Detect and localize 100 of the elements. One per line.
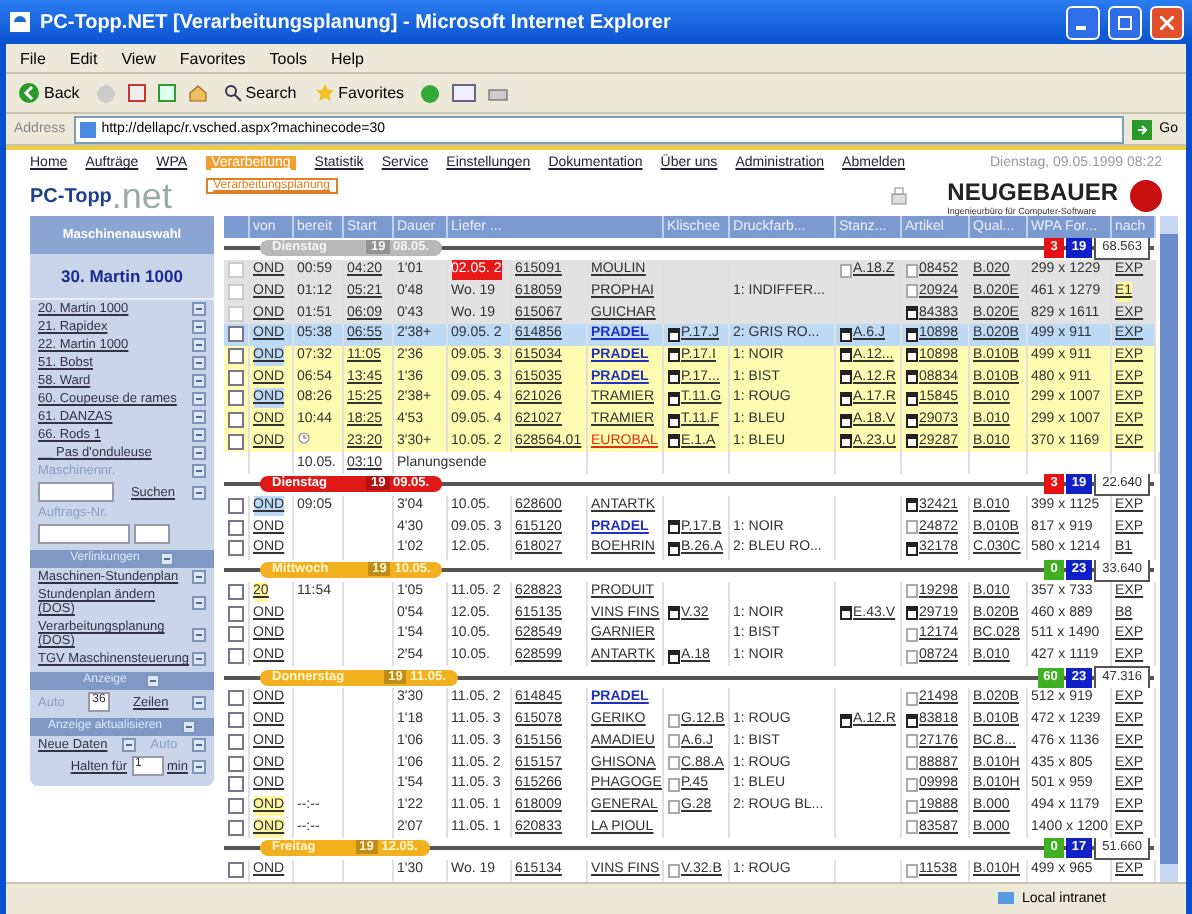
- home-icon[interactable]: [187, 84, 208, 102]
- menu-item[interactable]: Tools: [267, 49, 309, 67]
- go-icon[interactable]: [1131, 119, 1152, 139]
- printer-icon[interactable]: [889, 186, 908, 206]
- menu-item[interactable]: File: [18, 49, 48, 67]
- company-name: NEUGEBAUER: [947, 177, 1118, 205]
- document-icon[interactable]: [667, 370, 680, 385]
- toggle-icon[interactable]: [122, 738, 136, 752]
- document-icon[interactable]: [667, 541, 680, 556]
- document-icon[interactable]: [839, 434, 852, 449]
- toggle-icon[interactable]: [192, 356, 206, 370]
- refresh-icon[interactable]: [157, 84, 176, 102]
- document-icon[interactable]: [905, 498, 918, 513]
- machine-number-field[interactable]: [38, 482, 114, 502]
- order-suffix-field[interactable]: [134, 524, 170, 544]
- toggle-icon[interactable]: [192, 570, 206, 584]
- toggle-icon[interactable]: [192, 410, 206, 424]
- document-icon[interactable]: [667, 606, 680, 621]
- toggle-icon[interactable]: [191, 485, 206, 499]
- toggle-icon[interactable]: [192, 392, 206, 406]
- document-icon[interactable]: [905, 348, 918, 363]
- close-button[interactable]: [1150, 5, 1184, 39]
- row-checkbox[interactable]: [228, 497, 244, 514]
- star-icon: [316, 84, 335, 102]
- row-checkbox[interactable]: [228, 755, 244, 772]
- row-checkbox[interactable]: [228, 819, 244, 836]
- row-checkbox[interactable]: [228, 605, 244, 622]
- toggle-icon[interactable]: [192, 464, 206, 478]
- document-icon[interactable]: [839, 713, 852, 728]
- document-icon[interactable]: [667, 391, 680, 406]
- row-checkbox[interactable]: [228, 862, 244, 879]
- document-icon[interactable]: [905, 391, 918, 406]
- row-checkbox[interactable]: [228, 412, 244, 429]
- order-number-field[interactable]: [38, 524, 130, 544]
- search-button[interactable]: Search: [219, 82, 301, 104]
- document-icon[interactable]: [905, 327, 918, 342]
- document-icon[interactable]: [667, 434, 680, 449]
- row-checkbox[interactable]: [228, 347, 244, 364]
- toggle-icon[interactable]: [192, 338, 206, 352]
- logo-text: PC-Topp: [30, 185, 112, 207]
- maximize-icon: [1118, 15, 1132, 29]
- scrollbar[interactable]: [1160, 216, 1178, 882]
- document-icon[interactable]: [905, 713, 918, 728]
- menu-item[interactable]: Help: [328, 49, 366, 67]
- toggle-icon[interactable]: [192, 446, 206, 460]
- menu-item[interactable]: Edit: [67, 49, 100, 67]
- row-checkbox[interactable]: [228, 733, 244, 750]
- document-icon[interactable]: [667, 649, 680, 664]
- document-icon[interactable]: [667, 348, 680, 363]
- document-icon[interactable]: [905, 413, 918, 428]
- toggle-icon[interactable]: [192, 627, 206, 641]
- row-checkbox[interactable]: [228, 390, 244, 407]
- toggle-icon[interactable]: [192, 428, 206, 442]
- menu-item[interactable]: Favorites: [177, 49, 248, 67]
- row-checkbox[interactable]: [228, 326, 244, 343]
- row-checkbox[interactable]: [228, 369, 244, 386]
- row-checkbox[interactable]: [228, 690, 244, 707]
- document-icon[interactable]: [839, 606, 852, 621]
- document-icon[interactable]: [839, 370, 852, 385]
- document-icon[interactable]: [905, 434, 918, 449]
- browser-icon: [8, 10, 32, 34]
- row-checkbox[interactable]: [228, 776, 244, 793]
- toggle-icon[interactable]: [192, 320, 206, 334]
- document-icon[interactable]: [667, 520, 680, 535]
- maximize-button[interactable]: [1108, 5, 1142, 39]
- row-checkbox[interactable]: [228, 626, 244, 643]
- toggle-icon[interactable]: [192, 302, 206, 316]
- document-icon[interactable]: [905, 606, 918, 621]
- toggle-icon[interactable]: [192, 595, 206, 609]
- toggle-icon[interactable]: [191, 695, 206, 709]
- document-icon[interactable]: [905, 541, 918, 556]
- row-checkbox[interactable]: [228, 583, 244, 600]
- toggle-icon[interactable]: [192, 759, 206, 773]
- history-icon[interactable]: [420, 83, 441, 103]
- toggle-icon[interactable]: [192, 652, 206, 666]
- document-icon[interactable]: [839, 391, 852, 406]
- favorites-button[interactable]: Favorites: [312, 82, 409, 104]
- row-checkbox[interactable]: [228, 519, 244, 536]
- minimize-button[interactable]: [1066, 5, 1100, 39]
- print-icon[interactable]: [488, 84, 509, 102]
- toggle-icon[interactable]: [146, 674, 161, 688]
- menu-item[interactable]: View: [119, 49, 158, 67]
- back-button[interactable]: Back: [14, 80, 84, 106]
- toggle-icon[interactable]: [192, 374, 206, 388]
- row-checkbox[interactable]: [228, 433, 244, 450]
- document-icon[interactable]: [667, 413, 680, 428]
- toggle-icon[interactable]: [182, 720, 197, 734]
- document-icon[interactable]: [839, 327, 852, 342]
- row-checkbox[interactable]: [228, 798, 244, 815]
- toggle-icon[interactable]: [191, 738, 206, 752]
- row-checkbox[interactable]: [228, 648, 244, 665]
- row-checkbox[interactable]: [228, 540, 244, 557]
- document-icon[interactable]: [839, 413, 852, 428]
- document-icon[interactable]: [905, 370, 918, 385]
- row-checkbox[interactable]: [228, 712, 244, 729]
- document-icon[interactable]: [667, 327, 680, 342]
- document-icon[interactable]: [839, 348, 852, 363]
- stop-icon[interactable]: [127, 84, 146, 102]
- toggle-icon[interactable]: [159, 552, 174, 566]
- mail-icon[interactable]: [452, 84, 477, 102]
